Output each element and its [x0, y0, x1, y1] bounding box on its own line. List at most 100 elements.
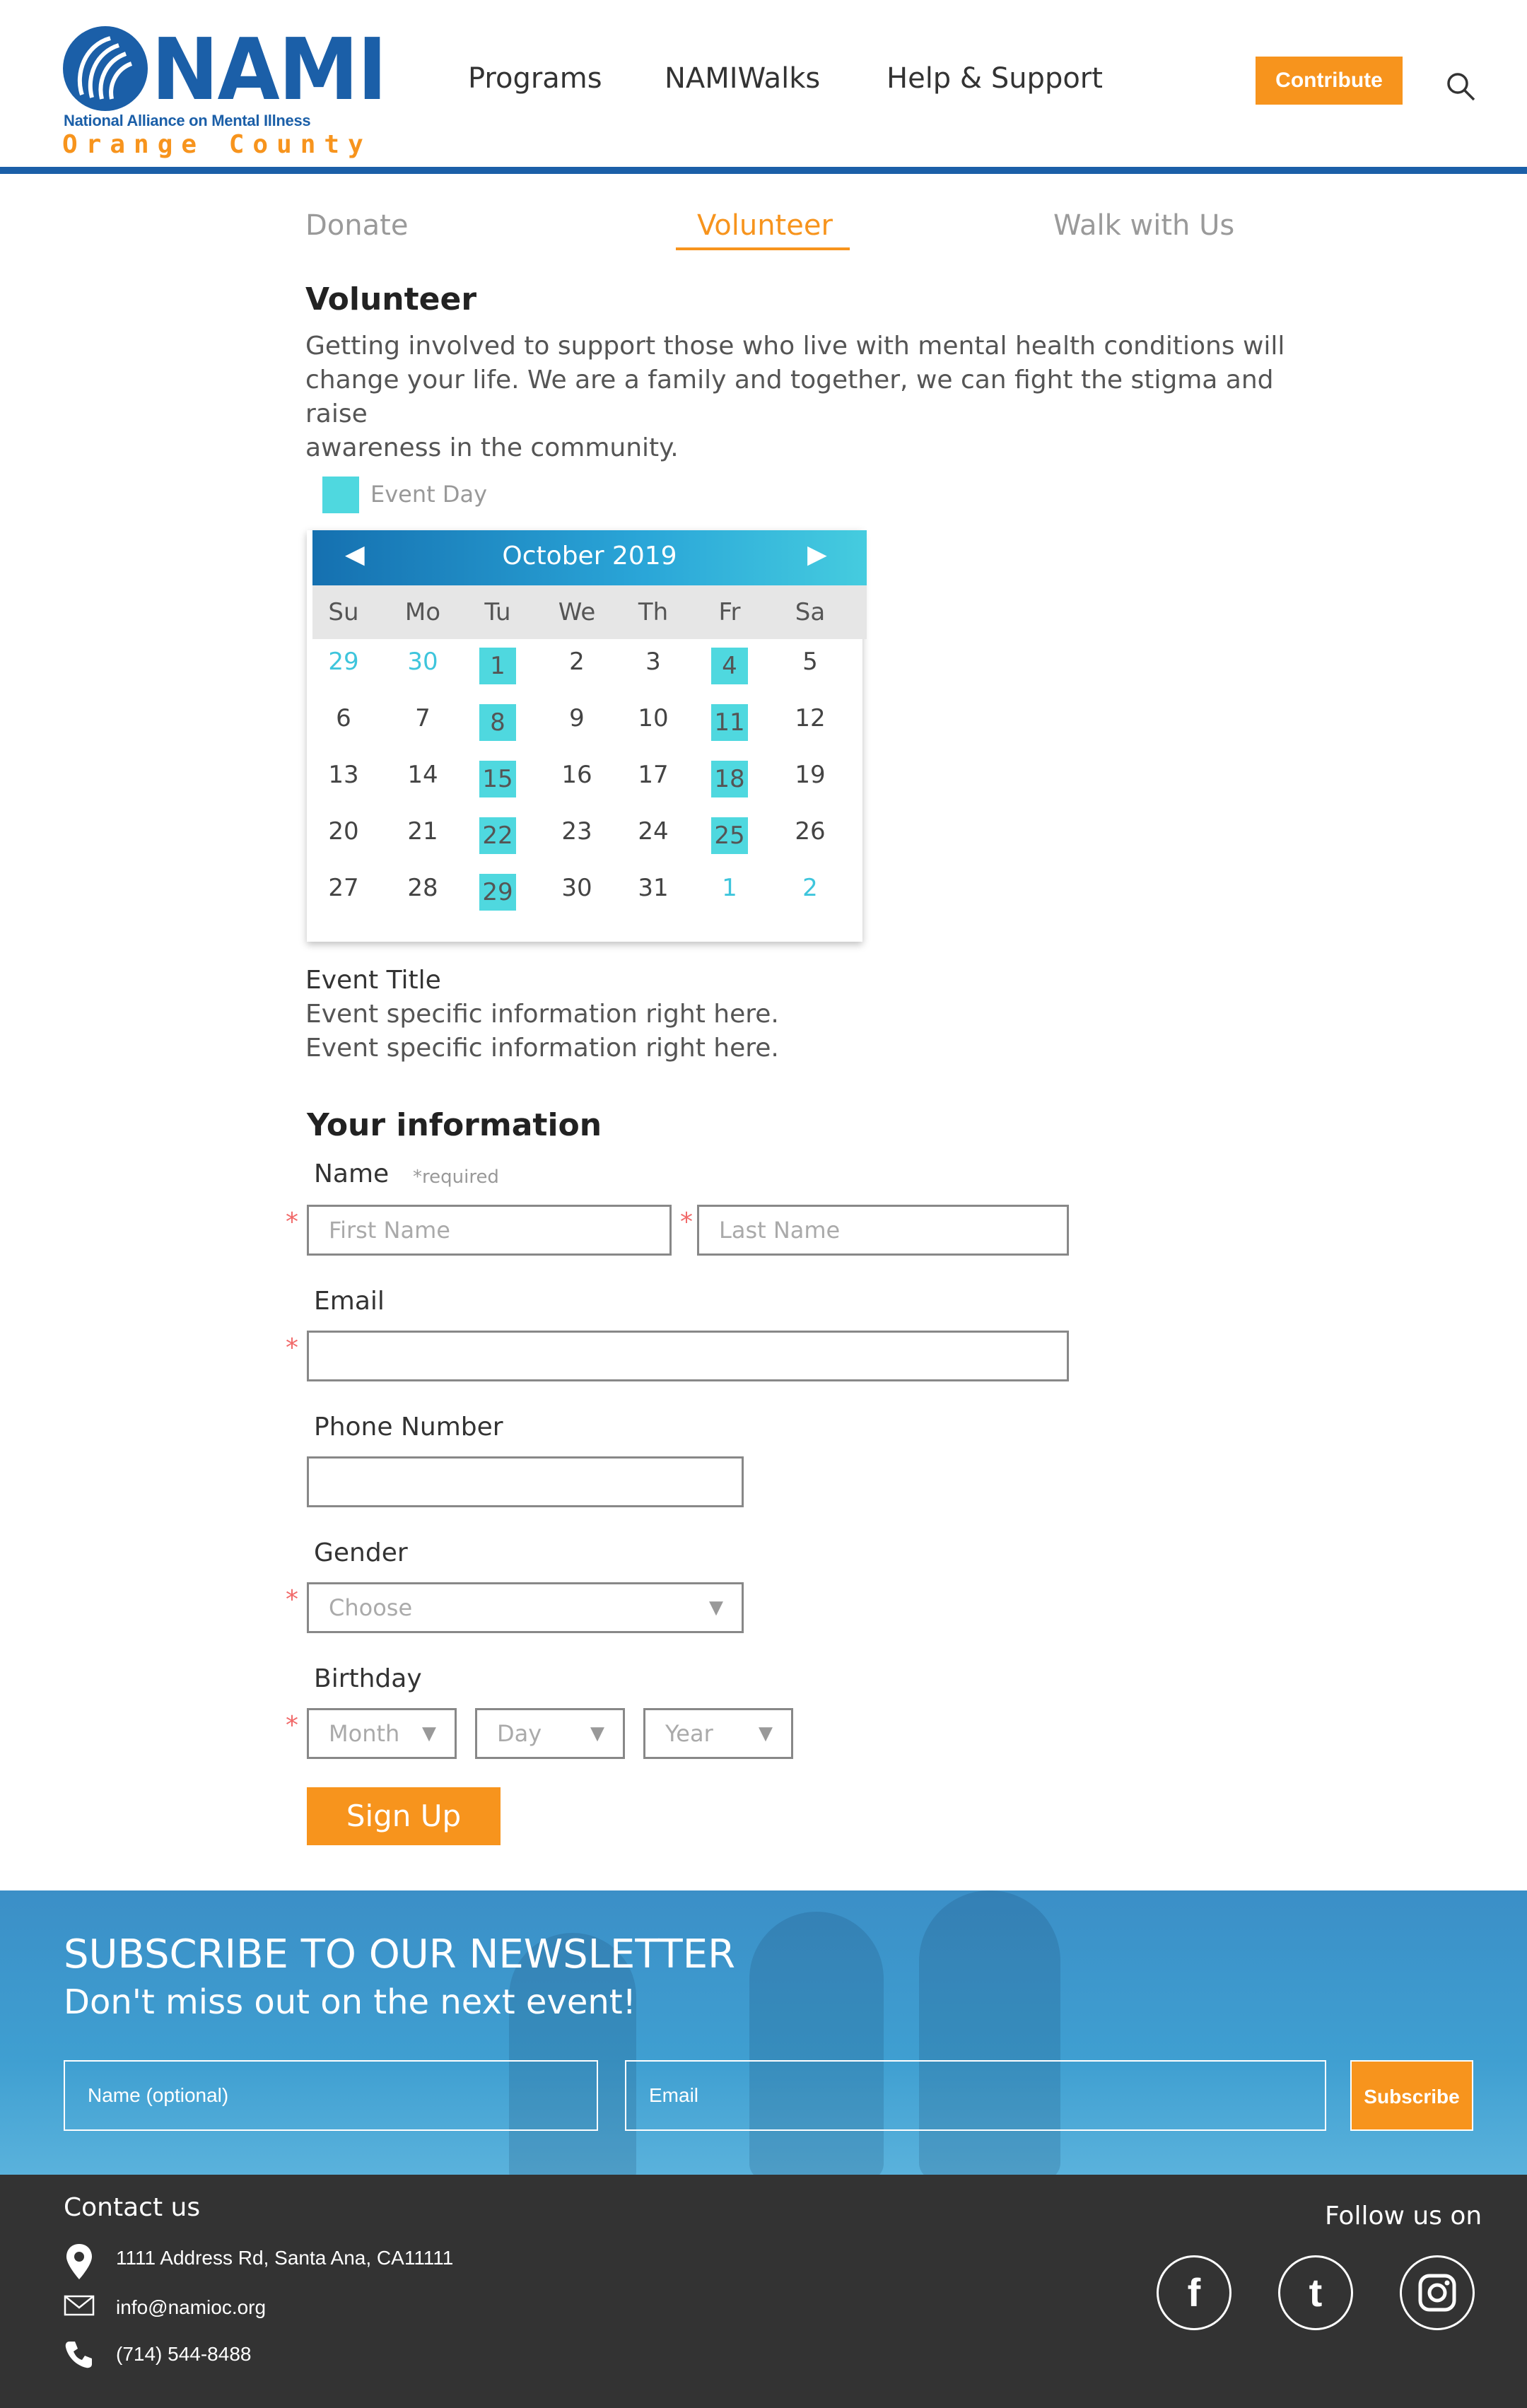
tab-walk-with-us[interactable]: Walk with Us — [1053, 209, 1234, 242]
newsletter-title: SUBSCRIBE TO OUR NEWSLETTER — [64, 1931, 736, 1977]
calendar-day[interactable]: 7 — [394, 704, 451, 732]
calendar-day[interactable]: 30 — [549, 874, 605, 902]
calendar-day-number: 15 — [479, 761, 516, 797]
required-marker: * — [286, 1208, 298, 1237]
calendar-day-number: 30 — [561, 874, 592, 902]
tab-volunteer[interactable]: Volunteer — [697, 209, 833, 242]
calendar-day-number: 6 — [336, 704, 351, 732]
birthday-year-select[interactable]: Year ▼ — [643, 1708, 793, 1759]
calendar-day[interactable]: 21 — [394, 817, 451, 846]
last-name-field[interactable]: Last Name — [697, 1205, 1069, 1256]
calendar-day-number: 25 — [711, 817, 748, 854]
calendar-event-day[interactable]: 15 — [469, 761, 526, 797]
calendar-day[interactable]: 3 — [625, 648, 681, 676]
calendar-day[interactable]: 24 — [625, 817, 681, 846]
calendar-month-title: October 2019 — [502, 542, 677, 571]
calendar-event-day[interactable]: 1 — [469, 648, 526, 684]
calendar-day[interactable]: 6 — [315, 704, 372, 732]
facebook-icon[interactable]: f — [1157, 2255, 1231, 2330]
logo-region: Orange County — [62, 130, 372, 159]
calendar-day[interactable]: 30 — [394, 648, 451, 676]
calendar-day[interactable]: 12 — [782, 704, 838, 732]
calendar-day[interactable]: 1 — [701, 874, 758, 902]
calendar-day-number: 21 — [407, 817, 438, 846]
calendar-day[interactable]: 13 — [315, 761, 372, 789]
calendar-day-number: 11 — [711, 704, 748, 741]
email-field[interactable] — [307, 1331, 1069, 1381]
calendar-event-day[interactable]: 22 — [469, 817, 526, 854]
contribute-button[interactable]: Contribute — [1256, 57, 1403, 105]
calendar-day[interactable]: 9 — [549, 704, 605, 732]
footer-email-text[interactable]: info@namioc.org — [116, 2296, 266, 2319]
footer-phone-text[interactable]: (714) 544-8488 — [116, 2343, 251, 2366]
phone-field[interactable] — [307, 1456, 744, 1507]
footer-address-text: 1111 Address Rd, Santa Ana, CA11111 — [116, 2247, 454, 2269]
calendar-event-day[interactable]: 25 — [701, 817, 758, 854]
calendar-day-number: 18 — [711, 761, 748, 797]
calendar-day[interactable]: 26 — [782, 817, 838, 846]
calendar-day-number: 24 — [638, 817, 669, 846]
first-name-field[interactable]: First Name — [307, 1205, 672, 1256]
calendar-day[interactable]: 19 — [782, 761, 838, 789]
calendar-day[interactable]: 20 — [315, 817, 372, 846]
calendar-day-number: 20 — [328, 817, 359, 846]
subscribe-button[interactable]: Subscribe — [1350, 2060, 1473, 2131]
newsletter-email-input[interactable]: Email — [625, 2060, 1326, 2131]
calendar-day[interactable]: 31 — [625, 874, 681, 902]
birthday-day-select[interactable]: Day ▼ — [475, 1708, 625, 1759]
calendar-event-day[interactable]: 4 — [701, 648, 758, 684]
nav-help-support[interactable]: Help & Support — [887, 62, 1103, 95]
search-icon[interactable] — [1445, 71, 1476, 102]
calendar-day-number: 31 — [638, 874, 669, 902]
birthday-year-value: Year — [665, 1720, 713, 1747]
chevron-right-icon[interactable]: ▶ — [807, 540, 827, 569]
calendar-event-day[interactable]: 18 — [701, 761, 758, 797]
birthday-month-select[interactable]: Month ▼ — [307, 1708, 457, 1759]
calendar-day-number: 13 — [328, 761, 359, 789]
newsletter-name-input[interactable]: Name (optional) — [64, 2060, 598, 2131]
intro-line: change your life. We are a family and to… — [305, 366, 1274, 428]
calendar-day[interactable]: 28 — [394, 874, 451, 902]
calendar-day-number: 28 — [407, 874, 438, 902]
calendar-day[interactable]: 2 — [782, 874, 838, 902]
newsletter-section: SUBSCRIBE TO OUR NEWSLETTER Don't miss o… — [0, 1890, 1527, 2175]
gender-select[interactable]: Choose ▼ — [307, 1582, 744, 1633]
event-calendar: ◀ October 2019 ▶ Su Mo Tu We Th Fr Sa 29… — [307, 530, 867, 942]
calendar-event-day[interactable]: 11 — [701, 704, 758, 741]
calendar-day-number: 23 — [561, 817, 592, 846]
calendar-day-number: 2 — [569, 648, 585, 676]
calendar-day[interactable]: 14 — [394, 761, 451, 789]
calendar-header: ◀ October 2019 ▶ — [312, 530, 867, 585]
calendar-day[interactable]: 16 — [549, 761, 605, 789]
calendar-event-day[interactable]: 29 — [469, 874, 526, 911]
chevron-down-icon: ▼ — [709, 1597, 723, 1618]
nami-logo[interactable]: NAMI National Alliance on Mental Illness… — [61, 24, 387, 159]
calendar-day-number: 1 — [479, 648, 516, 684]
birthday-label: Birthday — [314, 1664, 422, 1693]
calendar-day[interactable]: 10 — [625, 704, 681, 732]
calendar-day[interactable]: 17 — [625, 761, 681, 789]
calendar-day[interactable]: 29 — [315, 648, 372, 676]
chevron-down-icon: ▼ — [422, 1723, 436, 1744]
calendar-day[interactable]: 2 — [549, 648, 605, 676]
background-figure — [919, 1890, 1060, 2175]
instagram-icon[interactable] — [1400, 2255, 1475, 2330]
calendar-day-number: 7 — [415, 704, 431, 732]
gender-select-value: Choose — [329, 1594, 413, 1621]
sign-up-button[interactable]: Sign Up — [307, 1787, 501, 1845]
location-pin-icon — [66, 2244, 92, 2279]
newsletter-subtitle: Don't miss out on the next event! — [64, 1982, 636, 2022]
nav-namiwalks[interactable]: NAMIWalks — [665, 62, 820, 95]
calendar-day[interactable]: 27 — [315, 874, 372, 902]
birthday-day-value: Day — [497, 1720, 542, 1747]
tumblr-icon[interactable]: t — [1278, 2255, 1353, 2330]
calendar-day-number: 9 — [569, 704, 585, 732]
calendar-day[interactable]: 5 — [782, 648, 838, 676]
calendar-weekdays: Su Mo Tu We Th Fr Sa — [312, 585, 867, 639]
nav-programs[interactable]: Programs — [468, 62, 602, 95]
site-header: NAMI National Alliance on Mental Illness… — [0, 0, 1527, 174]
tab-donate[interactable]: Donate — [305, 209, 408, 242]
calendar-event-day[interactable]: 8 — [469, 704, 526, 741]
calendar-day[interactable]: 23 — [549, 817, 605, 846]
active-tab-indicator — [676, 247, 850, 250]
